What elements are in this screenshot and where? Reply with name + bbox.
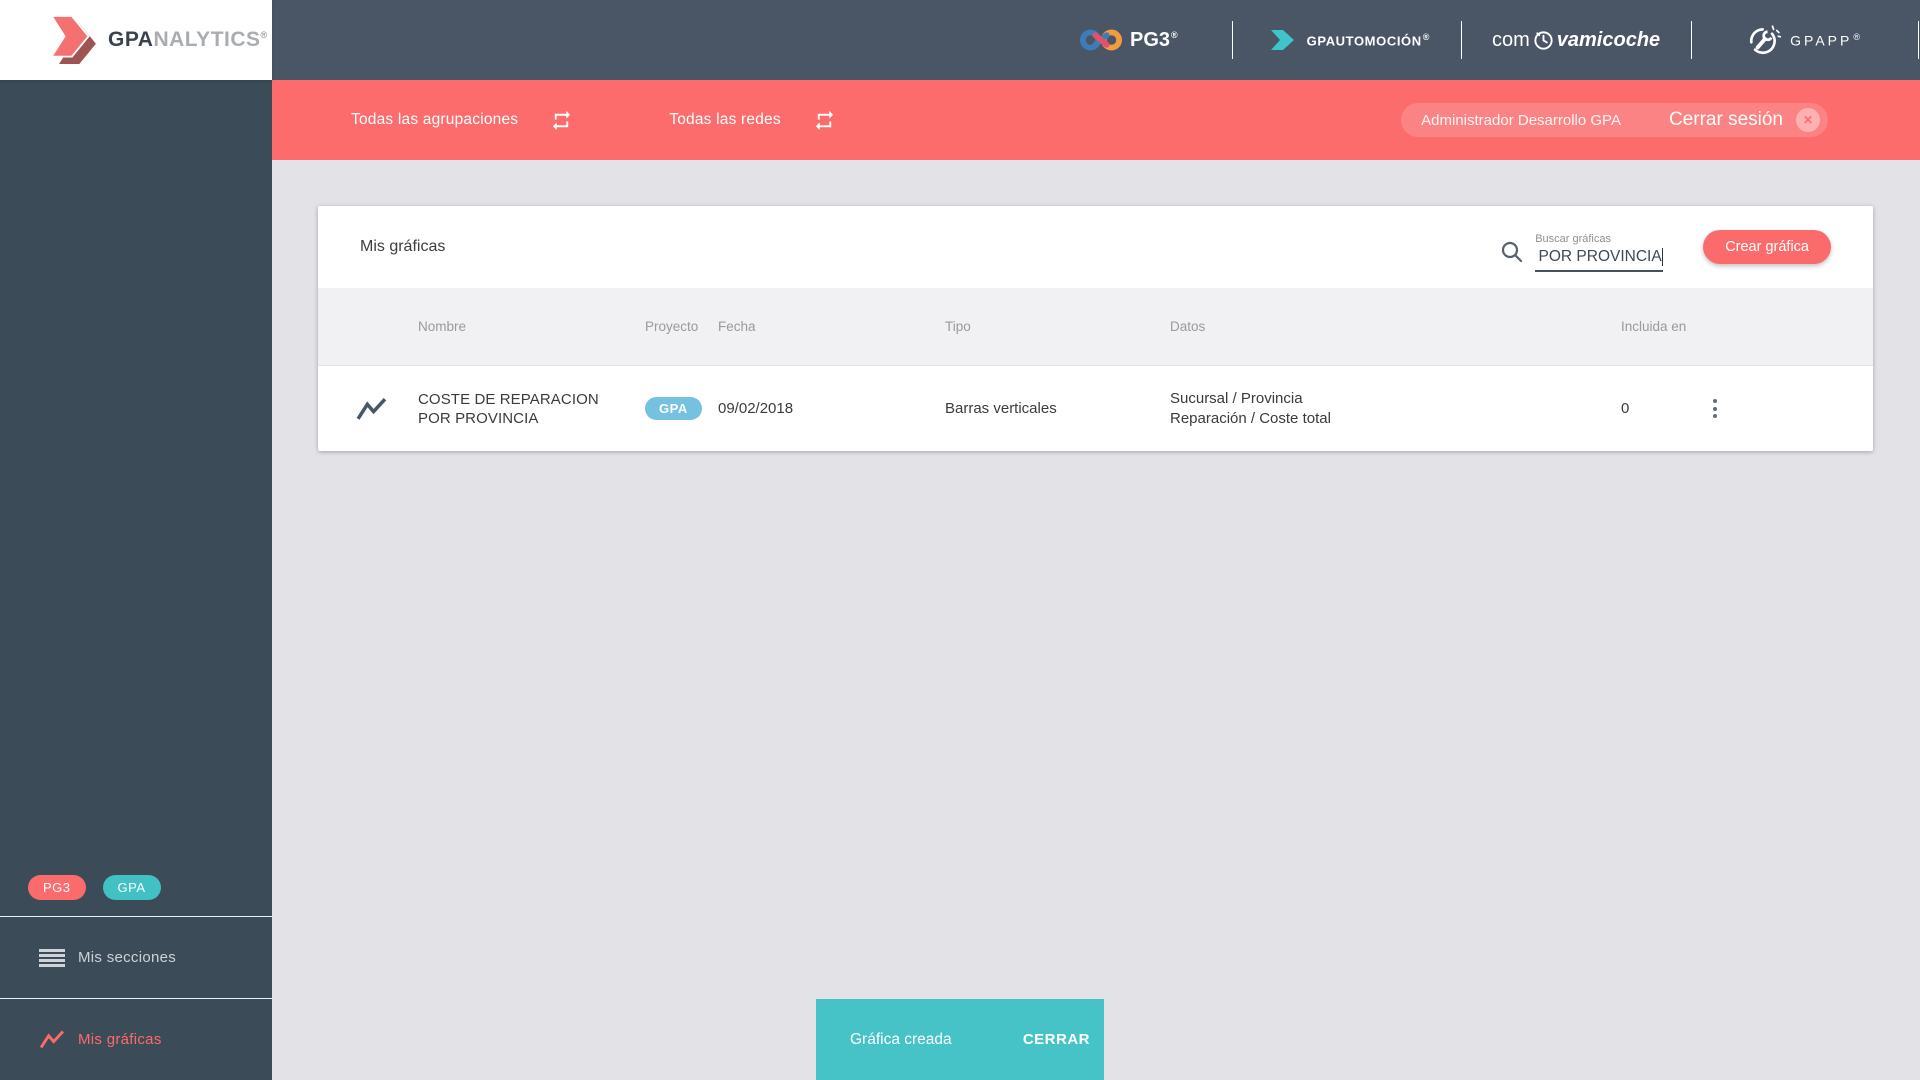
toast-close-button[interactable]: CERRAR xyxy=(1023,1031,1090,1048)
col-header-tipo: Tipo xyxy=(945,319,971,334)
col-header-proyecto: Proyecto xyxy=(645,319,699,334)
compravamicoche-pre: com xyxy=(1491,28,1530,51)
hamburger-icon xyxy=(38,948,65,967)
trend-icon xyxy=(318,396,418,422)
search-icon[interactable] xyxy=(1500,240,1524,269)
sidebar-item-mis-secciones[interactable]: Mis secciones xyxy=(0,917,272,998)
badge-gpa[interactable]: GPA xyxy=(102,874,161,900)
filter-bar: Todas las agrupaciones Todas las redes A… xyxy=(272,80,1920,160)
chart-data-fields: Sucursal / Provincia Reparación / Coste … xyxy=(1170,389,1331,427)
included-in-count: 0 xyxy=(1621,400,1630,417)
card-header: Mis gráficas Buscar gráficas ON POR PROV… xyxy=(318,206,1873,288)
project-badge: GPA xyxy=(645,397,702,420)
user-name: Administrador Desarrollo GPA xyxy=(1421,111,1621,129)
col-header-datos: Datos xyxy=(1170,319,1206,334)
divider xyxy=(1460,21,1462,59)
gpa-arrow-icon xyxy=(49,16,96,64)
top-bar: PG3® GPAUTOMOCIÓN® com vamicoche GPAPP® xyxy=(272,0,1920,80)
sidebar: GPANALYTICS® PG3 GPA Mis secciones Mis g… xyxy=(0,0,272,1080)
chart-date: 09/02/2018 xyxy=(718,400,794,417)
user-session-pill: Administrador Desarrollo GPA Cerrar sesi… xyxy=(1401,103,1828,137)
col-header-fecha: Fecha xyxy=(718,319,756,334)
wrench-icon xyxy=(1750,25,1782,55)
create-chart-button[interactable]: Crear gráfica xyxy=(1703,230,1831,264)
gpanalytics-wordmark: GPANALYTICS® xyxy=(108,28,268,51)
toast-message: Gráfica creada xyxy=(850,1030,952,1048)
logout-button[interactable]: Cerrar sesión xyxy=(1669,109,1783,131)
divider xyxy=(1691,21,1693,59)
gpautomocion-arrow-icon xyxy=(1270,30,1294,50)
col-header-incluida: Incluida en xyxy=(1621,319,1687,334)
compravamicoche-logo[interactable]: com vamicoche xyxy=(1492,29,1660,52)
search-value: ON POR PROVINCIA xyxy=(1535,247,1662,265)
pg3-infinity-icon xyxy=(1080,29,1122,51)
repeat-icon[interactable] xyxy=(550,109,573,132)
badge-pg3[interactable]: PG3 xyxy=(28,874,86,900)
pg3-label: PG3® xyxy=(1130,28,1178,51)
divider xyxy=(1231,21,1233,59)
sidebar-bottom: PG3 GPA Mis secciones Mis gráficas xyxy=(0,858,272,1080)
sidebar-item-mis-graficas[interactable]: Mis gráficas xyxy=(0,999,272,1080)
repeat-icon[interactable] xyxy=(813,109,836,132)
page-title: Mis gráficas xyxy=(360,238,446,255)
top-bar-logos: PG3® GPAUTOMOCIÓN® com vamicoche GPAPP® xyxy=(1080,0,1920,80)
kebab-menu-icon[interactable] xyxy=(1713,398,1731,420)
chart-type: Barras verticales xyxy=(945,400,1057,417)
graphics-card: Mis gráficas Buscar gráficas ON POR PROV… xyxy=(318,206,1873,451)
filter-agrupaciones[interactable]: Todas las agrupaciones xyxy=(351,111,518,129)
divider xyxy=(1918,21,1919,59)
filter-redes[interactable]: Todas las redes xyxy=(669,111,781,129)
toast-notification: Gráfica creada CERRAR xyxy=(816,999,1104,1080)
sidebar-item-label: Mis secciones xyxy=(78,949,177,966)
sidebar-badges: PG3 GPA xyxy=(0,858,272,916)
gpautomocion-label: GPAUTOMOCIÓN® xyxy=(1306,31,1430,49)
search-field: Buscar gráficas ON POR PROVINCIA xyxy=(1535,232,1664,272)
close-icon[interactable]: ✕ xyxy=(1796,108,1820,132)
search-label: Buscar gráficas xyxy=(1535,232,1611,245)
col-header-nombre: Nombre xyxy=(418,319,467,334)
gpautomocion-logo[interactable]: GPAUTOMOCIÓN® xyxy=(1269,25,1430,55)
sidebar-item-label: Mis gráficas xyxy=(78,1031,162,1048)
gpapp-logo[interactable]: GPAPP® xyxy=(1747,23,1863,57)
main-content: Mis gráficas Buscar gráficas ON POR PROV… xyxy=(272,160,1920,1080)
gpapp-label: GPAPP® xyxy=(1790,31,1863,49)
text-cursor xyxy=(1661,247,1664,266)
clock-icon xyxy=(1534,30,1553,50)
table-header: Nombre Proyecto Fecha Tipo Datos Incluid… xyxy=(318,288,1873,366)
search-input[interactable]: ON POR PROVINCIA xyxy=(1535,247,1664,272)
gpanalytics-logo[interactable]: GPANALYTICS® xyxy=(0,0,272,80)
pg3-logo[interactable]: PG3® xyxy=(1080,26,1178,54)
table-row[interactable]: COSTE DE REPARACION POR PROVINCIA GPA 09… xyxy=(318,366,1873,451)
trend-icon xyxy=(38,1029,65,1050)
compravamicoche-post: vamicoche xyxy=(1556,28,1661,51)
chart-name: COSTE DE REPARACION POR PROVINCIA xyxy=(418,390,599,427)
